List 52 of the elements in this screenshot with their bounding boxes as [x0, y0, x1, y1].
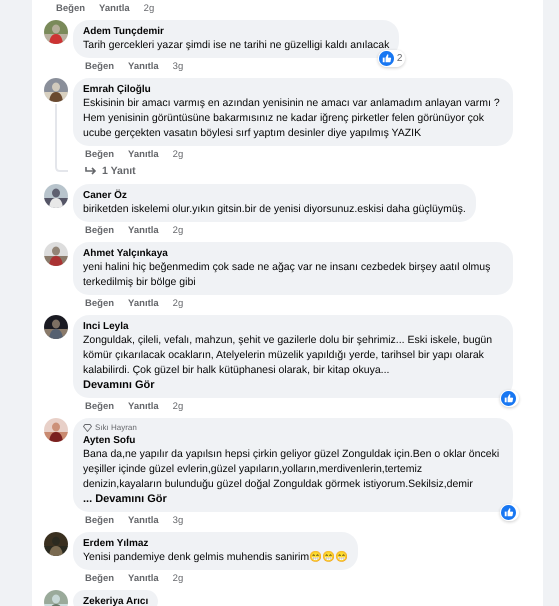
reply-link[interactable]: Yanıtla — [128, 573, 159, 584]
commenter-name[interactable]: Erdem Yılmaz — [83, 537, 348, 550]
comment-text: Zonguldak, çileli, vefalı, mahzun, şehit ve gazilerle dolu bir şehrimiz... Eski iskele, bugün kömür çıkarılacak ocakların, Atelyelerin müzelik yapıldığı yerde, tarihsel bir yapı olarak kalabilirdi. Çok güzel bir halk kütüphanesi olarak, bir kitap okuya... — [83, 333, 494, 378]
commenter-name[interactable]: Caner Öz — [83, 189, 466, 202]
fan-label: Sıkı Hayran — [95, 423, 137, 433]
reaction-number: 2 — [396, 53, 402, 64]
like-link[interactable]: Beğen — [56, 3, 86, 14]
like-link[interactable]: Beğen — [85, 61, 114, 72]
comment-text: biriketden iskelemi olur.yıkın gitsin.bir de yenisi diyorsunuz.eskisi daha güçlüymüş. — [83, 202, 466, 217]
comment-time: 2g — [172, 149, 184, 160]
reply-link[interactable]: Yanıtla — [128, 298, 159, 309]
comment-text: yeni halini hiç beğenmedim çok sade ne ağaç var ne insanı cezbedek birşey aatıl olmuş terkedilmiş bir bölge gibi — [83, 260, 492, 290]
commenter-name[interactable]: Ahmet Yalçınkaya — [83, 247, 503, 260]
comment-time: 2g — [172, 298, 184, 309]
reply-link[interactable]: Yanıtla — [128, 225, 159, 236]
commenter-name[interactable]: Emrah Çiloğlu — [83, 83, 503, 96]
comment-time: 3g — [172, 61, 184, 72]
reaction-count[interactable] — [500, 504, 519, 521]
commenter-name[interactable]: Adem Tunçdemir — [83, 25, 390, 38]
reply-link[interactable]: Yanıtla — [128, 149, 159, 160]
see-more-link[interactable]: Devamını Gör — [83, 378, 503, 393]
like-icon — [378, 51, 394, 66]
like-link[interactable]: Beğen — [85, 298, 114, 309]
reply-link[interactable]: Yanıtla — [128, 401, 159, 412]
commenter-name[interactable]: Inci Leyla — [83, 320, 503, 333]
comment-text: Bana da,ne yapılır da yapılsın hepsi çirkin geliyor güzel Zonguldak için.Ben o oklar önceki yeşiller içinde güzel evlerin,güzel yapıların,yolların,merdivenlerin,tertemiz denizin,kayaların bulunduğu güzel doğal Zonguldak görmek istiyorum.Sekilsiz,demir — [83, 447, 500, 492]
like-link[interactable]: Beğen — [85, 225, 114, 236]
diamond-icon — [83, 424, 92, 432]
comment-time: 2g — [144, 3, 154, 14]
reply-link[interactable]: Yanıtla — [99, 3, 130, 14]
commenter-name[interactable]: Zekeriya Arıcı — [83, 595, 148, 606]
comment-time: 2g — [172, 225, 184, 236]
commenter-name[interactable]: Ayten Sofu — [83, 434, 503, 447]
comment-time: 3g — [172, 515, 184, 526]
like-icon — [501, 391, 516, 406]
like-link[interactable]: Beğen — [85, 149, 114, 160]
comment-time: 2g — [172, 401, 184, 412]
like-icon — [501, 505, 516, 520]
like-link[interactable]: Beğen — [85, 573, 114, 584]
reply-arrow-icon — [85, 166, 97, 176]
see-more-link[interactable]: ... Devamını Gör — [83, 492, 503, 507]
comment-text: Eskisinin bir amacı varmış en azından yenisinin ne amacı var anlamadım anlayan varmı ? Hem yenisinin görüntüsüne bakarmısınız ne kadar iğrenç pirketler felen görünüyor çok ucube gerçekten vasatın böylesi sırf yaptım desinler diye yapılmış YAZIK — [83, 96, 501, 141]
like-link[interactable]: Beğen — [85, 515, 114, 526]
replies-link[interactable]: 1 Yanıt — [73, 165, 531, 177]
comment-text: Tarih gercekleri yazar şimdi ise ne tarihi ne güzelligi kaldı anılacak — [83, 38, 390, 53]
reaction-count[interactable] — [500, 390, 519, 407]
comment-text: Yenisi pandemiye denk gelmis muhendis sanirim😁😁😁 — [83, 550, 348, 565]
comment-time: 2g — [172, 573, 184, 584]
reply-link[interactable]: Yanıtla — [128, 61, 159, 72]
reaction-count[interactable]: 2 — [378, 50, 406, 67]
reply-link[interactable]: Yanıtla — [128, 515, 159, 526]
like-link[interactable]: Beğen — [85, 401, 114, 412]
